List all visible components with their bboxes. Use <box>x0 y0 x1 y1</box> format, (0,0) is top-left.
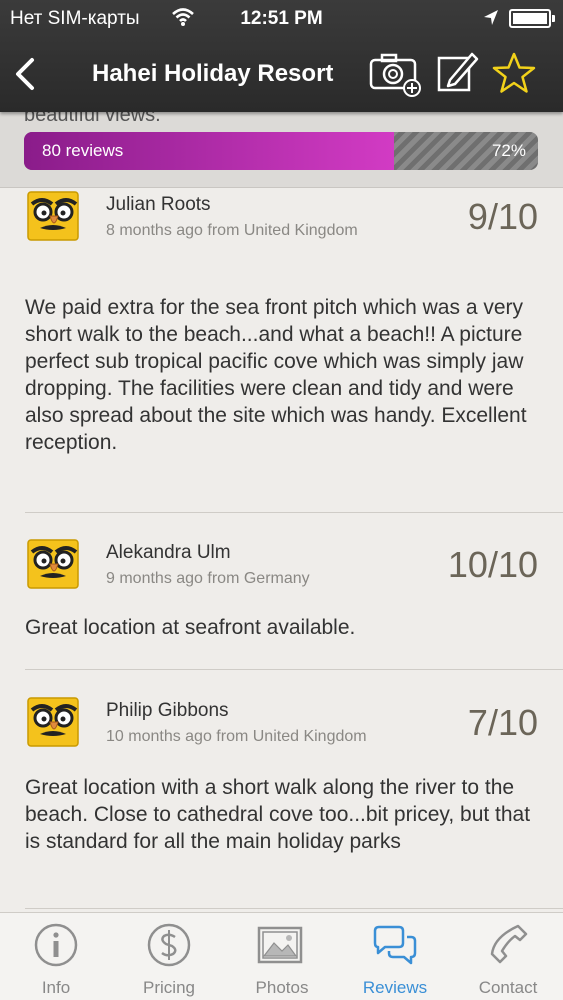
review-meta: 10 months ago from United Kingdom <box>106 728 367 745</box>
top-bar: Нет SIM-карты 12:51 PM Hahei Holiday Res… <box>0 0 563 112</box>
photos-icon <box>257 926 303 964</box>
review-meta: 8 months ago from United Kingdom <box>106 222 358 239</box>
tab-label: Info <box>41 978 71 997</box>
tab-label: Reviews <box>362 978 428 997</box>
tab-photos[interactable]: Photos <box>226 913 338 1000</box>
divider <box>25 908 563 909</box>
reviews-count: 80 reviews <box>42 141 124 160</box>
tab-pricing[interactable]: Pricing <box>113 913 225 1000</box>
tab-info[interactable]: Info <box>0 913 112 1000</box>
review-text: We paid extra for the sea front pitch wh… <box>25 296 527 454</box>
battery-icon <box>509 9 555 28</box>
tab-label: Photos <box>255 978 309 997</box>
status-bar: Нет SIM-карты 12:51 PM <box>0 0 563 38</box>
write-review-icon[interactable] <box>436 50 480 96</box>
reviewer-name: Philip Gibbons <box>106 700 229 721</box>
location-arrow-icon <box>484 10 498 25</box>
chat-bubbles-icon <box>373 925 417 965</box>
avatar-disguise-icon <box>27 539 79 589</box>
add-photo-camera-icon[interactable] <box>368 50 424 98</box>
back-chevron-icon[interactable] <box>10 54 40 94</box>
navigation-bar: Hahei Holiday Resort <box>0 38 563 112</box>
phone-icon <box>490 924 528 964</box>
review-meta: 9 months ago from Germany <box>106 570 310 587</box>
review-score: 7/10 <box>467 702 538 743</box>
rating-progress-bar: 80 reviews 72% <box>24 132 538 170</box>
reviews-scroll-area[interactable]: beautiful views. 80 reviews 72% Julian R… <box>0 0 563 1000</box>
review-text: Great location with a short walk along t… <box>25 776 531 853</box>
divider <box>25 512 563 513</box>
tab-bar: Info Pricing Photos Reviews Contact <box>0 912 563 1000</box>
divider <box>25 669 563 670</box>
reviewer-name: Julian Roots <box>106 194 211 215</box>
dollar-icon <box>147 923 191 967</box>
tab-label: Pricing <box>143 978 195 997</box>
review-score: 9/10 <box>467 196 538 237</box>
tab-reviews[interactable]: Reviews <box>339 913 451 1000</box>
rating-percent: 72% <box>491 141 526 160</box>
avatar-disguise-icon <box>27 697 79 747</box>
page-title: Hahei Holiday Resort <box>92 60 334 87</box>
clock: 12:51 PM <box>240 8 323 29</box>
info-icon <box>34 923 78 967</box>
tab-contact[interactable]: Contact <box>452 913 563 1000</box>
rating-summary: beautiful views. 80 reviews 72% <box>0 104 563 188</box>
favorite-star-icon[interactable] <box>492 52 536 94</box>
avatar-disguise-icon <box>27 191 79 241</box>
review-score: 10/10 <box>447 544 538 585</box>
review-text: Great location at seafront available. <box>25 616 356 639</box>
tab-label: Contact <box>478 978 538 997</box>
reviewer-name: Alekandra Ulm <box>106 542 231 563</box>
